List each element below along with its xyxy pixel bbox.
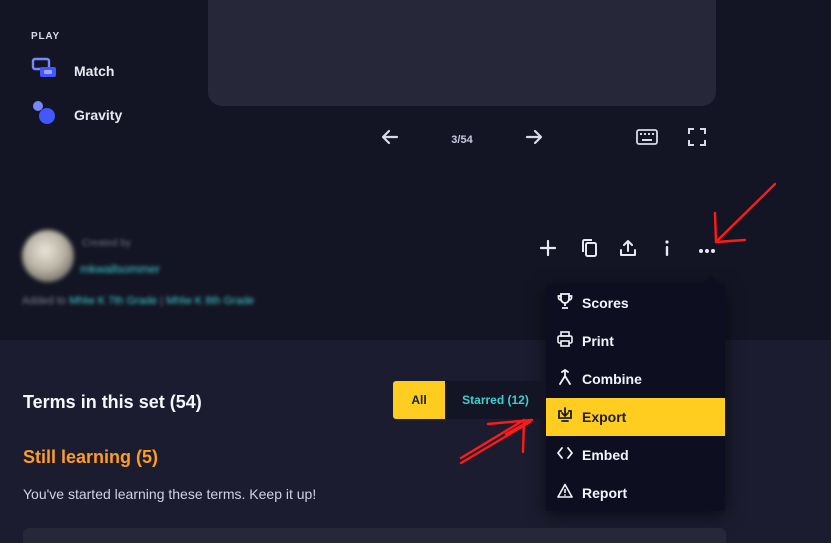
printer-icon xyxy=(557,330,573,352)
sidebar-item-match[interactable]: Match xyxy=(30,56,114,86)
trophy-icon xyxy=(557,292,573,314)
more-options-button[interactable] xyxy=(693,236,721,264)
share-icon xyxy=(619,239,637,262)
menu-item-label: Report xyxy=(582,485,628,501)
more-icon xyxy=(698,241,716,259)
filter-all-button[interactable]: All xyxy=(393,381,445,419)
separator: | xyxy=(160,295,164,307)
sidebar-item-gravity[interactable]: Gravity xyxy=(30,100,122,130)
fullscreen-button[interactable] xyxy=(681,123,713,155)
author-avatar[interactable] xyxy=(22,230,74,282)
added-to-classes: Added to Mhlw K 7th Grade | Mhlw K 8th G… xyxy=(22,295,254,307)
card-counter: 3/54 xyxy=(451,134,473,146)
menu-item-label: Embed xyxy=(582,447,629,463)
info-icon xyxy=(662,239,672,262)
add-icon xyxy=(539,239,557,261)
menu-item-export[interactable]: Export xyxy=(546,398,725,436)
terms-heading: Terms in this set (54) xyxy=(23,392,202,412)
class-link[interactable]: Mhlw K 8th Grade xyxy=(166,295,254,307)
previous-card-button[interactable] xyxy=(374,123,406,155)
menu-item-print[interactable]: Print xyxy=(546,322,725,360)
menu-item-scores[interactable]: Scores xyxy=(546,284,725,322)
filter-starred-button[interactable]: Starred (12) xyxy=(445,381,546,419)
match-icon xyxy=(30,57,58,86)
arrow-right-icon xyxy=(524,127,544,152)
play-section-label: PLAY xyxy=(31,31,60,42)
more-options-menu: Scores Print Combine Export Embed Report xyxy=(546,284,725,511)
keyboard-shortcuts-button[interactable] xyxy=(631,123,663,155)
menu-item-label: Scores xyxy=(582,295,629,311)
export-icon xyxy=(557,406,573,428)
still-learning-heading: Still learning (5) xyxy=(23,447,159,467)
code-icon xyxy=(557,445,573,466)
sidebar-item-label: Match xyxy=(74,63,115,79)
copy-icon xyxy=(580,238,598,262)
menu-item-report[interactable]: Report xyxy=(546,474,725,512)
created-by-label: Created by xyxy=(82,238,131,249)
menu-item-label: Print xyxy=(582,333,614,349)
gravity-icon xyxy=(30,99,58,132)
combine-icon xyxy=(557,368,573,390)
add-to-folder-button[interactable] xyxy=(534,236,562,264)
class-link[interactable]: Mhlw K 7th Grade xyxy=(69,295,157,307)
author-username[interactable]: mkwallsommer xyxy=(80,262,160,276)
menu-item-label: Combine xyxy=(582,371,642,387)
flashcard[interactable] xyxy=(208,0,716,106)
next-card-button[interactable] xyxy=(518,123,550,155)
copy-button[interactable] xyxy=(575,236,603,264)
info-button[interactable] xyxy=(653,236,681,264)
warning-icon xyxy=(557,483,573,504)
sidebar-item-label: Gravity xyxy=(74,107,123,123)
arrow-left-icon xyxy=(380,127,400,152)
still-learning-hint: You've started learning these terms. Kee… xyxy=(23,486,317,502)
menu-item-label: Export xyxy=(582,409,627,425)
fullscreen-icon xyxy=(688,127,706,151)
share-button[interactable] xyxy=(614,236,642,264)
keyboard-icon xyxy=(636,128,658,150)
menu-item-embed[interactable]: Embed xyxy=(546,436,725,474)
term-card[interactable] xyxy=(23,528,726,543)
added-to-label: Added to xyxy=(22,295,67,307)
menu-item-combine[interactable]: Combine xyxy=(546,360,725,398)
